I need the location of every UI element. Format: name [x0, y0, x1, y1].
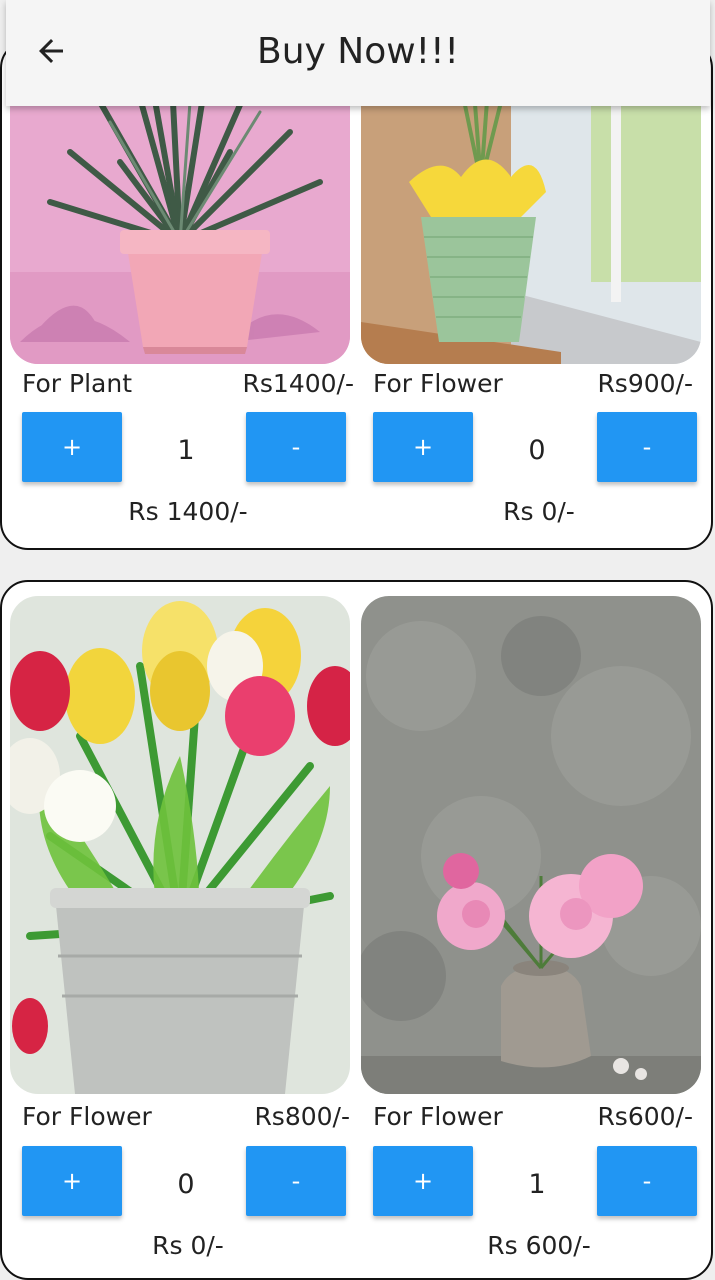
decrease-quantity-button[interactable]: -	[597, 1146, 697, 1216]
product-label: For Plant	[22, 369, 132, 398]
product-total: Rs 0/-	[503, 497, 575, 526]
product-total: Rs 1400/-	[128, 497, 248, 526]
product-image-flower-2[interactable]	[10, 596, 350, 1094]
increase-quantity-button[interactable]: +	[22, 412, 122, 482]
decrease-quantity-button[interactable]: -	[246, 1146, 346, 1216]
product-price: Rs600/-	[597, 1102, 693, 1131]
app-bar: Buy Now!!!	[6, 0, 710, 106]
product-price: Rs800/-	[254, 1102, 350, 1131]
product-total: Rs 0/-	[152, 1231, 224, 1260]
quantity-value: 0	[528, 435, 546, 466]
quantity-value: 0	[177, 1169, 195, 1200]
quantity-value: 1	[177, 435, 195, 466]
product-label: For Flower	[373, 369, 503, 398]
increase-quantity-button[interactable]: +	[373, 1146, 473, 1216]
product-total: Rs 600/-	[487, 1231, 591, 1260]
product-price: Rs1400/-	[242, 369, 354, 398]
product-label: For Flower	[22, 1102, 152, 1131]
page-title: Buy Now!!!	[257, 31, 459, 72]
quantity-value: 1	[528, 1169, 546, 1200]
product-price: Rs900/-	[597, 369, 693, 398]
product-image-flower-3[interactable]	[361, 596, 701, 1094]
product-label: For Flower	[373, 1102, 503, 1131]
product-card-2: For Flower Rs800/- + 0 - Rs 0/- For Flow…	[0, 580, 713, 1280]
product-card-1: For Plant Rs1400/- + 1 - Rs 1400/- For F…	[0, 40, 713, 550]
increase-quantity-button[interactable]: +	[373, 412, 473, 482]
increase-quantity-button[interactable]: +	[22, 1146, 122, 1216]
decrease-quantity-button[interactable]: -	[597, 412, 697, 482]
decrease-quantity-button[interactable]: -	[246, 412, 346, 482]
